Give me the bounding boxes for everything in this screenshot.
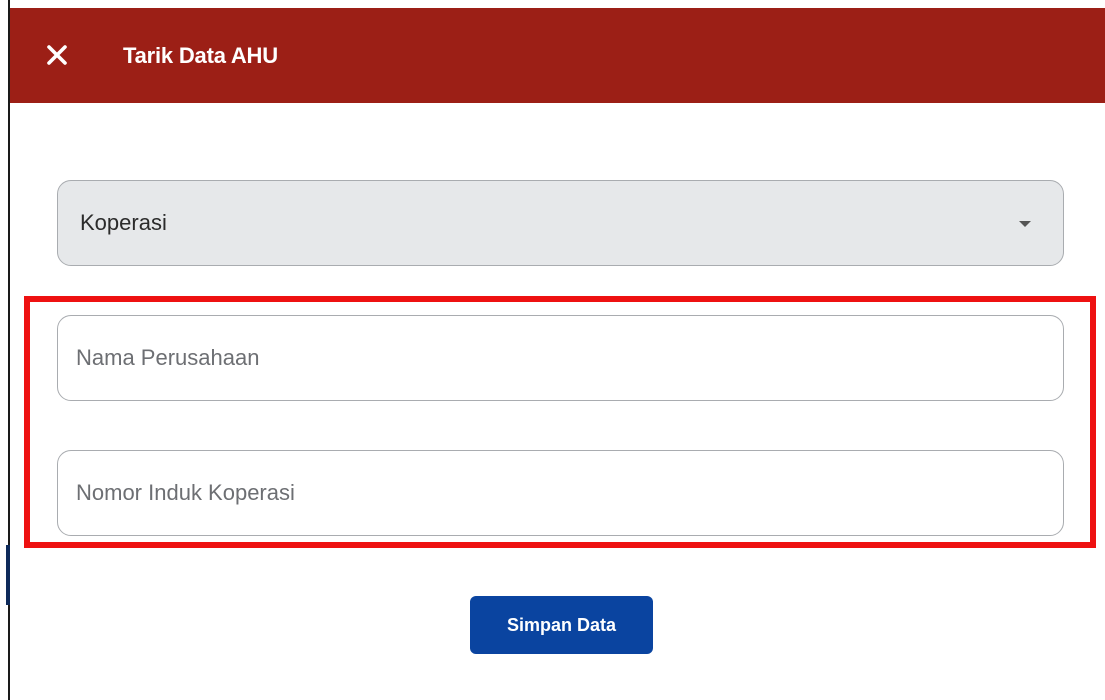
dialog-title: Tarik Data AHU <box>123 43 278 68</box>
cooperative-number-input[interactable] <box>76 451 1063 535</box>
close-icon <box>47 45 67 65</box>
left-edge-accent <box>6 545 10 605</box>
dialog: Tarik Data AHU Koperasi Simpan Data <box>0 0 1105 700</box>
entity-type-selected: Koperasi <box>80 210 167 235</box>
cooperative-number-field[interactable] <box>57 450 1064 536</box>
close-button[interactable] <box>40 38 74 72</box>
dialog-header: Tarik Data AHU <box>10 8 1105 103</box>
save-button[interactable]: Simpan Data <box>470 596 653 654</box>
entity-type-select[interactable]: Koperasi <box>57 180 1064 266</box>
company-name-input[interactable] <box>76 316 1063 400</box>
company-name-field[interactable] <box>57 315 1064 401</box>
chevron-down-icon <box>1019 221 1031 227</box>
top-edge <box>0 0 1105 8</box>
